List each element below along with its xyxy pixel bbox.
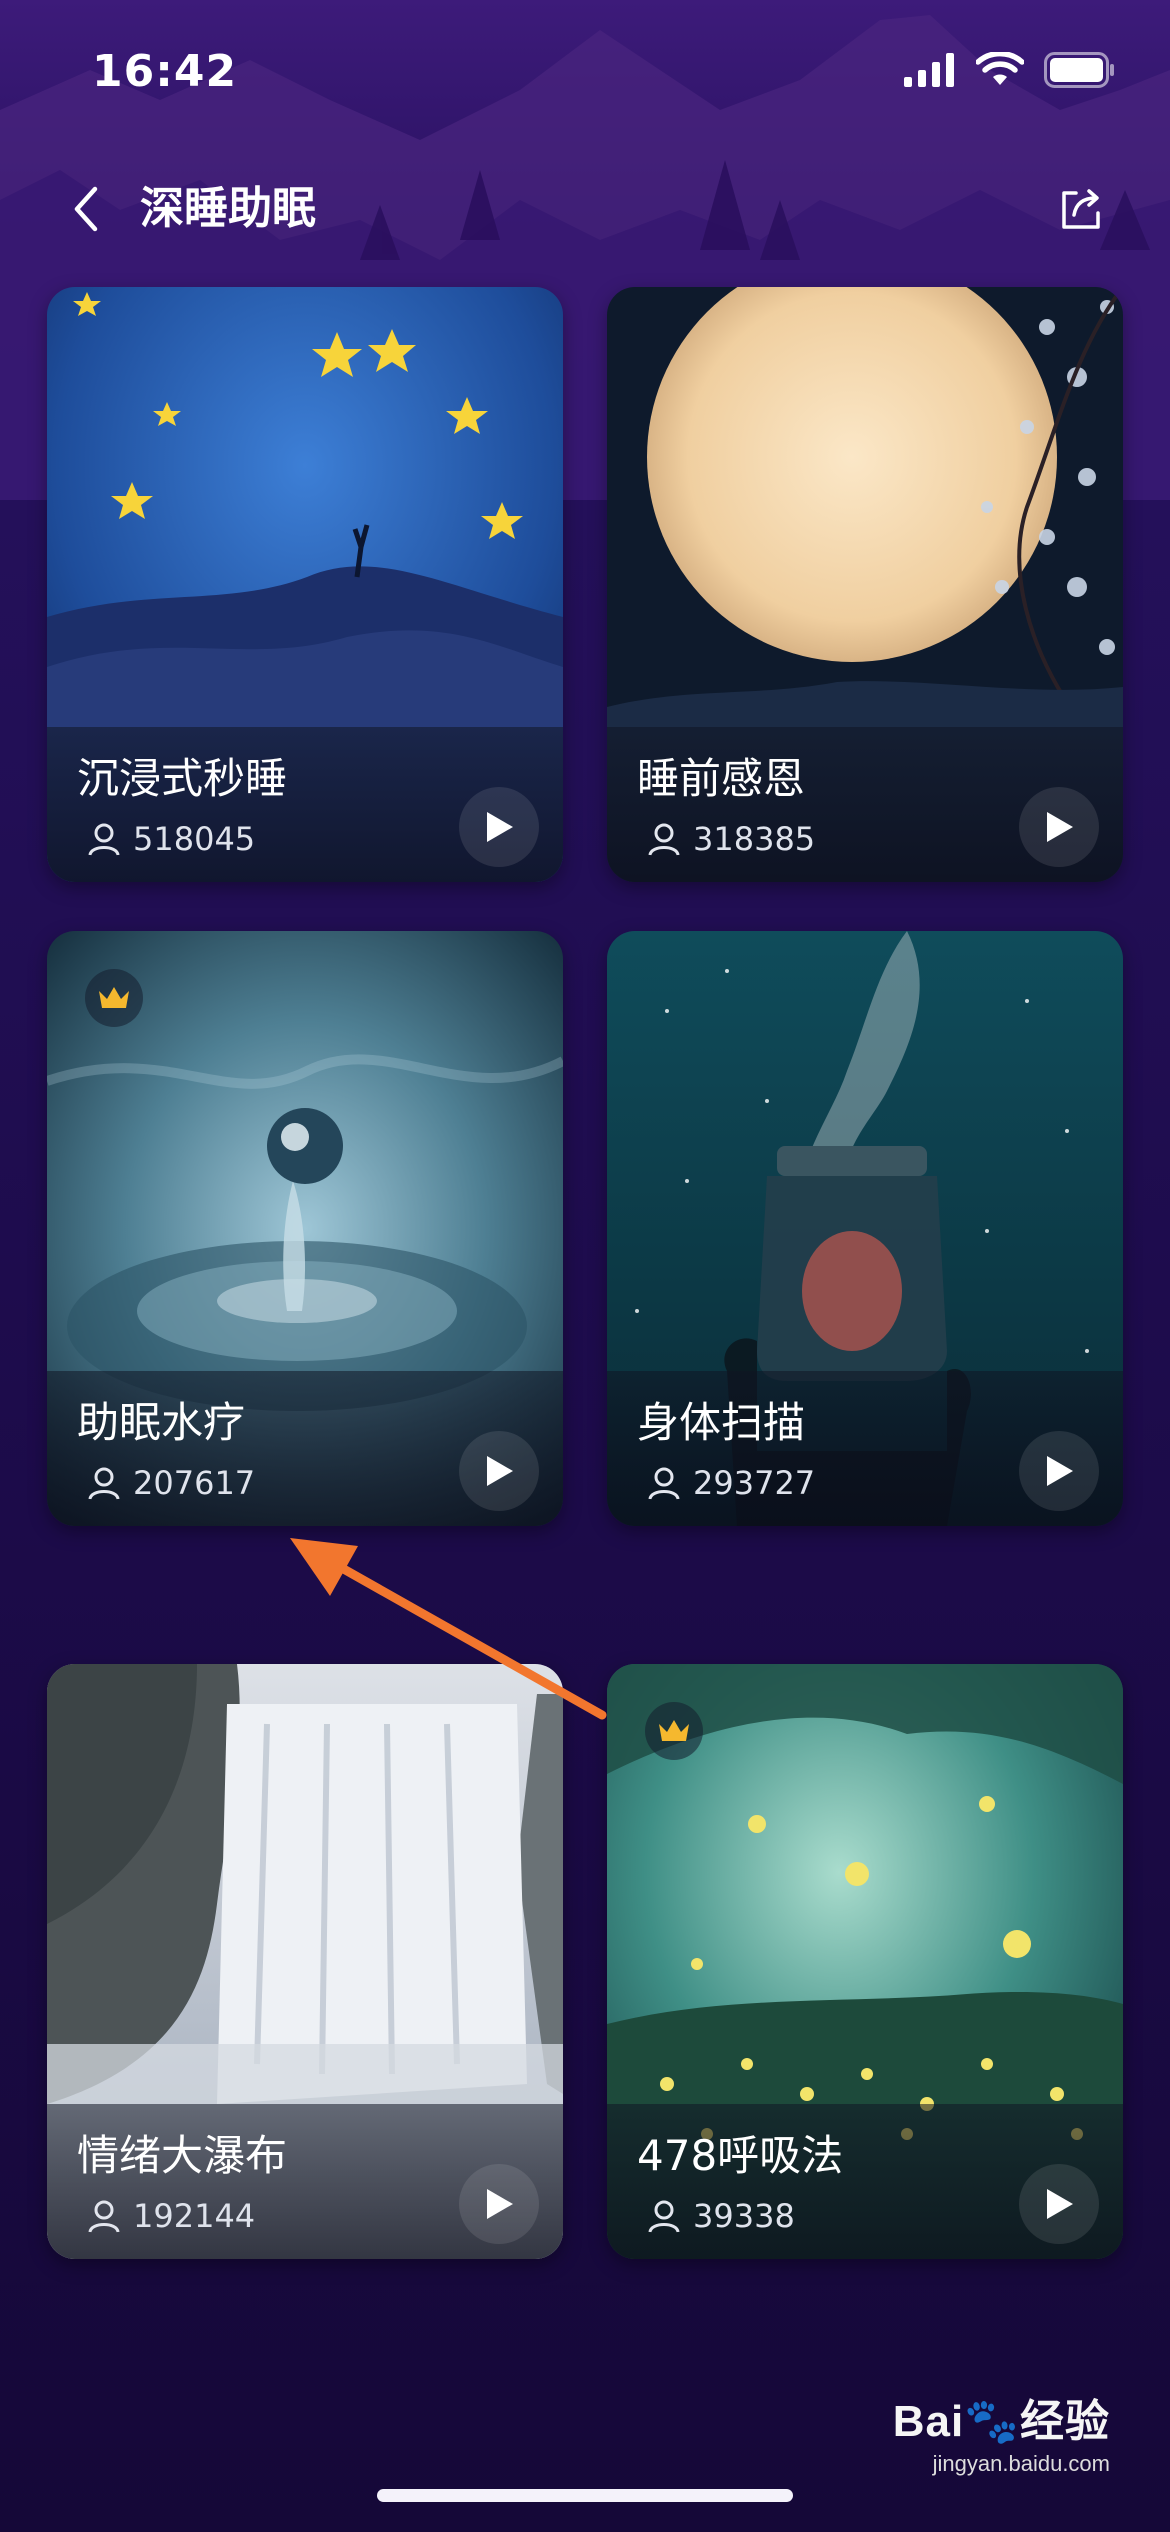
card-info: 助眠水疗 207617	[47, 1371, 563, 1526]
page-title: 深睡助眠	[140, 183, 316, 234]
wifi-icon	[976, 52, 1024, 85]
listener-count: 293727	[647, 1464, 815, 1502]
meditation-card[interactable]: 情绪大瀑布 192144	[47, 1664, 563, 2259]
play-button[interactable]	[1019, 2164, 1099, 2244]
watermark-logo: Bai🐾经验	[893, 2385, 1110, 2449]
listener-count-value: 207617	[133, 1464, 256, 1502]
play-icon	[487, 812, 513, 842]
listener-count-value: 318385	[693, 820, 816, 858]
card-info: 睡前感恩 318385	[607, 727, 1123, 882]
user-icon	[88, 2200, 120, 2233]
home-indicator[interactable]	[377, 2489, 793, 2502]
play-icon	[1047, 2189, 1073, 2219]
user-icon	[648, 2200, 680, 2233]
play-button[interactable]	[459, 2164, 539, 2244]
play-icon	[1047, 1456, 1073, 1486]
play-button[interactable]	[459, 1431, 539, 1511]
watermark-brand: Bai	[892, 2397, 965, 2446]
user-icon	[648, 823, 680, 856]
share-button[interactable]	[1050, 179, 1110, 239]
card-info: 沉浸式秒睡 518045	[47, 727, 563, 882]
cellular-signal-icon	[904, 53, 954, 87]
card-title: 睡前感恩	[637, 754, 806, 803]
crown-icon	[99, 987, 129, 1008]
play-icon	[487, 2189, 513, 2219]
back-button[interactable]	[56, 179, 116, 239]
play-icon	[1047, 812, 1073, 842]
card-info: 情绪大瀑布 192144	[47, 2104, 563, 2259]
listener-count: 207617	[87, 1464, 255, 1502]
listener-count-value: 293727	[693, 1464, 816, 1502]
listener-count: 192144	[87, 2197, 255, 2235]
card-info: 身体扫描 293727	[607, 1371, 1123, 1526]
listener-count: 39338	[647, 2197, 795, 2235]
meditation-card[interactable]: 身体扫描 293727	[607, 931, 1123, 1526]
card-title: 情绪大瀑布	[77, 2131, 288, 2180]
chevron-left-icon	[74, 186, 98, 232]
premium-badge	[85, 969, 143, 1027]
play-button[interactable]	[459, 787, 539, 867]
meditation-card[interactable]: 沉浸式秒睡 518045	[47, 287, 563, 882]
card-info: 478呼吸法 39338	[607, 2104, 1123, 2259]
card-title: 沉浸式秒睡	[77, 754, 288, 803]
annotation-arrow	[290, 1538, 607, 1720]
watermark: Bai🐾经验 jingyan.baidu.com	[893, 2385, 1110, 2477]
play-button[interactable]	[1019, 1431, 1099, 1511]
play-button[interactable]	[1019, 787, 1099, 867]
battery-icon	[1044, 52, 1114, 88]
paw-icon: 🐾	[964, 2397, 1020, 2446]
crown-icon	[659, 1720, 689, 1741]
status-icons	[904, 52, 1116, 88]
listener-count-value: 39338	[693, 2197, 795, 2235]
share-icon	[1062, 189, 1100, 229]
status-bar: 16:42	[0, 0, 1170, 150]
user-icon	[88, 1467, 120, 1500]
listener-count: 318385	[647, 820, 815, 858]
meditation-card[interactable]: 助眠水疗 207617	[47, 931, 563, 1526]
card-title: 478呼吸法	[637, 2131, 844, 2180]
watermark-url: jingyan.baidu.com	[932, 2451, 1110, 2476]
listener-count-value: 518045	[133, 820, 256, 858]
navigation-bar: 深睡助眠	[0, 165, 1170, 255]
listener-count: 518045	[87, 820, 255, 858]
status-time: 16:42	[92, 46, 238, 97]
watermark-brand-cn: 经验	[1020, 2397, 1110, 2446]
user-icon	[648, 1467, 680, 1500]
meditation-card[interactable]: 478呼吸法 39338	[607, 1664, 1123, 2259]
play-icon	[487, 1456, 513, 1486]
listener-count-value: 192144	[133, 2197, 256, 2235]
card-title: 助眠水疗	[77, 1398, 246, 1447]
card-title: 身体扫描	[637, 1398, 806, 1447]
meditation-card[interactable]: 睡前感恩 318385	[607, 287, 1123, 882]
premium-badge	[645, 1702, 703, 1760]
user-icon	[88, 823, 120, 856]
